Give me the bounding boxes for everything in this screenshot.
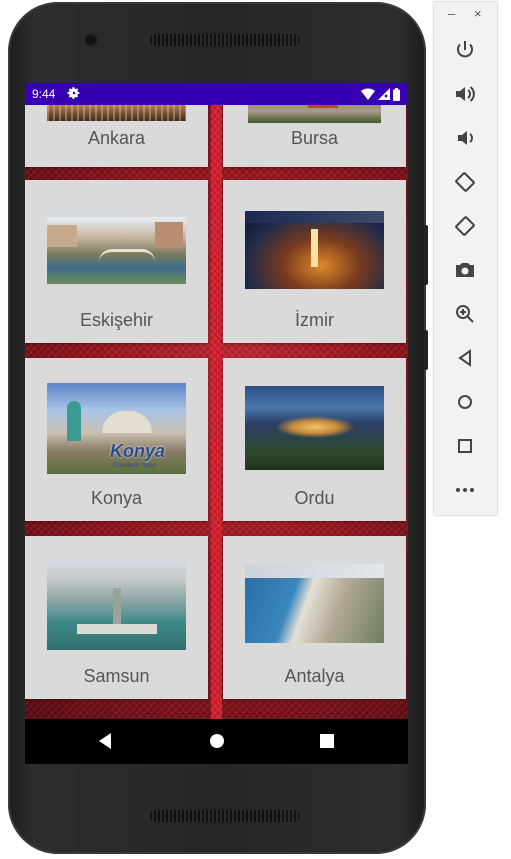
rotate-right-icon[interactable] [453, 214, 477, 238]
more-icon[interactable] [453, 478, 477, 502]
close-button[interactable]: × [474, 6, 482, 21]
city-label: Konya [90, 488, 143, 508]
status-time: 9:44 [32, 87, 56, 101]
city-card-konya[interactable]: Konya Gönüllerin Şehri Konya [25, 358, 208, 521]
system-icons [361, 87, 400, 101]
city-card-samsun[interactable]: Samsun [25, 536, 208, 699]
battery-icon [393, 87, 400, 101]
city-label: Ordu [294, 488, 335, 508]
nav-home-icon[interactable] [209, 732, 225, 750]
top-speaker [150, 34, 300, 46]
ordu-image [245, 386, 384, 470]
eskisehir-image [47, 217, 186, 284]
city-label: Samsun [83, 666, 150, 686]
cell-signal-icon [378, 88, 390, 100]
power-icon[interactable] [453, 38, 477, 62]
nav-overview-icon[interactable] [319, 732, 335, 750]
city-label: Antalya [284, 666, 345, 686]
emulator-toolbar: – × [434, 2, 497, 515]
city-label: İzmir [295, 310, 334, 330]
settings-gear-icon [67, 87, 80, 99]
city-card-eskisehir[interactable]: Eskişehir [25, 180, 208, 343]
city-card-bursa[interactable]: Bursa [223, 105, 406, 167]
wifi-icon [361, 88, 375, 100]
volume-down-icon[interactable] [453, 126, 477, 150]
bursa-image [248, 105, 381, 123]
front-camera [86, 35, 96, 45]
overview-icon[interactable] [453, 434, 477, 458]
zoom-icon[interactable] [453, 302, 477, 326]
samsun-image [47, 558, 186, 650]
minimize-button[interactable]: – [448, 6, 455, 21]
volume-rocker [424, 225, 428, 285]
konya-tagline: Gönüllerin Şehri [113, 463, 157, 469]
city-grid[interactable]: Ankara Bursa Eskişehir İzmir Konya Gönül… [25, 105, 408, 719]
city-card-ordu[interactable]: Ordu [223, 358, 406, 521]
ankara-image [47, 105, 186, 121]
device-screen: 9:44 Ankara Bursa Eskişehir İzmir Konya … [25, 83, 408, 764]
bottom-speaker [150, 810, 300, 822]
power-key [424, 330, 428, 370]
city-label: Eskişehir [79, 310, 154, 330]
city-label: Ankara [87, 128, 146, 148]
volume-up-icon[interactable] [453, 82, 477, 106]
city-card-ankara[interactable]: Ankara [25, 105, 208, 167]
antalya-image [245, 564, 384, 643]
city-card-izmir[interactable]: İzmir [223, 180, 406, 343]
konya-logo: Konya [110, 441, 166, 461]
city-card-antalya[interactable]: Antalya [223, 536, 406, 699]
konya-image: Konya Gönüllerin Şehri [47, 383, 186, 474]
city-label: Bursa [290, 128, 339, 148]
status-bar: 9:44 [25, 83, 408, 105]
rotate-left-icon[interactable] [453, 170, 477, 194]
back-icon[interactable] [453, 346, 477, 370]
home-icon[interactable] [453, 390, 477, 414]
camera-icon[interactable] [453, 258, 477, 282]
navigation-bar [25, 719, 408, 764]
izmir-image [245, 211, 384, 289]
nav-back-icon[interactable] [97, 732, 113, 750]
